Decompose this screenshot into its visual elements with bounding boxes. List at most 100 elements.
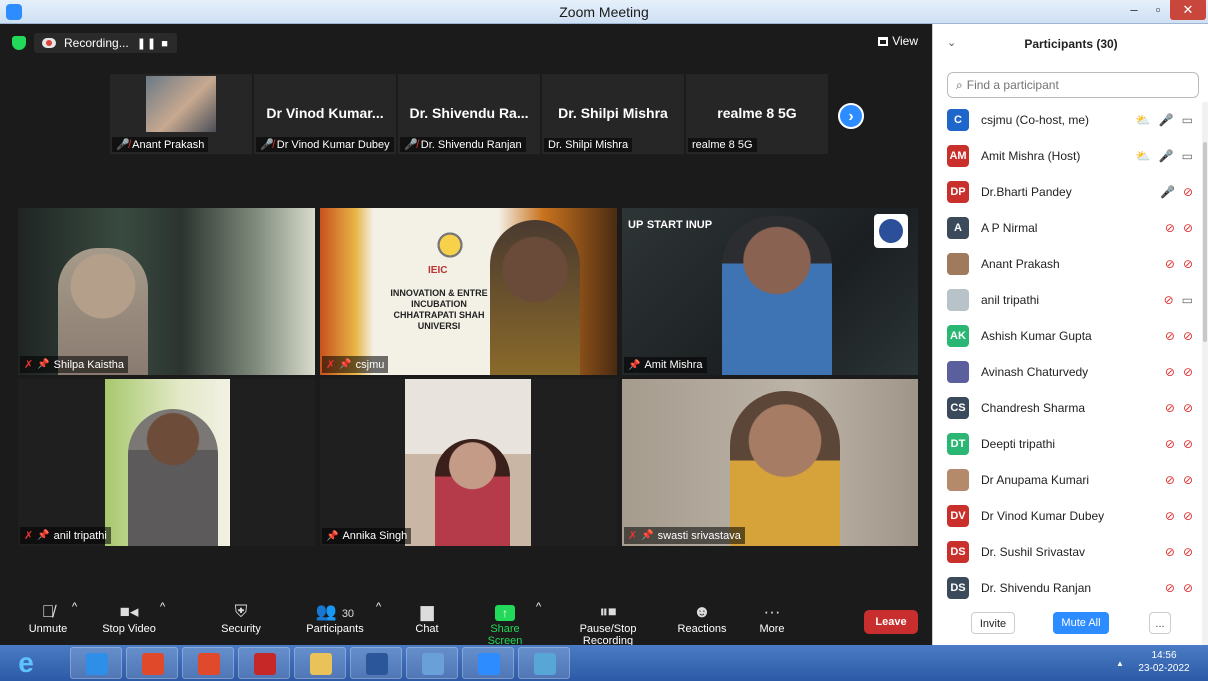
filmstrip-tile[interactable]: realme 8 5G realme 8 5G	[686, 74, 828, 154]
ie-start-icon[interactable]: e	[6, 645, 46, 681]
participant-row[interactable]: DT Deepti tripathi ⊘ ⊘	[933, 426, 1203, 462]
pause-stop-icon: ⏸⏹	[599, 602, 617, 621]
video-tile[interactable]: 📌 Annika Singh	[320, 379, 617, 546]
zoom-icon	[478, 653, 500, 675]
pin-icon: 📌	[628, 359, 641, 371]
taskbar-app-button[interactable]	[238, 647, 290, 679]
more-dots-icon: ···	[763, 602, 781, 621]
filmstrip-tile[interactable]: Dr. Shilpi Mishra Dr. Shilpi Mishra	[542, 74, 684, 154]
reactions-button[interactable]: ☻ Reactions	[676, 601, 728, 635]
chat-button[interactable]: ▆ Chat	[412, 601, 442, 635]
mute-all-button[interactable]: Mute All	[1053, 612, 1109, 634]
video-status-icon: ▭	[1181, 113, 1193, 127]
video-tile[interactable]: ✗ 📌 swasti srivastava	[622, 379, 918, 546]
taskbar-app-button[interactable]	[406, 647, 458, 679]
leave-button[interactable]: Leave	[864, 610, 918, 634]
participant-row[interactable]: DS Dr. Sushil Srivastav ⊘ ⊘	[933, 534, 1203, 570]
encryption-shield-icon[interactable]	[12, 36, 26, 50]
invite-button[interactable]: Invite	[971, 612, 1015, 634]
participants-options-chevron-icon[interactable]: ^	[376, 601, 381, 613]
video-tile[interactable]: UP START INUP 📌 Amit Mishra	[622, 208, 918, 375]
stop-video-button[interactable]: ■◂ Stop Video	[100, 601, 158, 635]
pin-icon: 📌	[641, 530, 654, 541]
system-clock[interactable]: 14:56 23-02-2022	[1132, 649, 1196, 675]
paint-icon	[422, 653, 444, 675]
participant-row[interactable]: DV Dr Vinod Kumar Dubey ⊘ ⊘	[933, 498, 1203, 534]
participant-row[interactable]: AA P Nirmal ⊘ ⊘	[933, 210, 1203, 246]
video-status-icon: ▭	[1181, 149, 1193, 163]
participants-button[interactable]: 👥 30 Participants	[304, 601, 366, 635]
chrome-icon	[142, 653, 164, 675]
taskbar-app-button[interactable]	[126, 647, 178, 679]
participant-list: Ccsjmu (Co-host, me) ⛅ 🎤 ▭ AM Amit Mishra (Ho…	[933, 102, 1203, 606]
video-tile[interactable]: IEIC INNOVATION & ENTRE INCUBATION CHHAT…	[320, 208, 617, 375]
unmute-button[interactable]: 🎙̸ Unmute	[26, 601, 70, 635]
chat-bubble-icon: ▆	[420, 602, 434, 621]
participant-status-icons: ⊘ ⊘	[1165, 545, 1193, 559]
more-button[interactable]: ··· More	[756, 601, 788, 635]
participant-status-icons: ⊘ ⊘	[1165, 581, 1193, 595]
filmstrip-tile[interactable]: Dr Vinod Kumar... 🎤̸ Dr Vinod Kumar Dube…	[254, 74, 396, 154]
participant-status-icons: ⊘ ⊘	[1165, 329, 1193, 343]
taskbar-app-button[interactable]	[70, 647, 122, 679]
participant-row[interactable]: AM Amit Mishra (Host) ⛅ 🎤 ▭	[933, 138, 1203, 174]
participant-row[interactable]: Dr Anupama Kumari ⊘ ⊘	[933, 462, 1203, 498]
participant-row[interactable]: DS Dr. Shivendu Ranjan ⊘ ⊘	[933, 570, 1203, 606]
participant-name-tag: ✗ 📌 Shilpa Kaistha	[20, 356, 128, 373]
taskbar-app-button[interactable]	[462, 647, 514, 679]
mic-muted-icon: 🎤̸	[404, 139, 418, 151]
share-screen-button[interactable]: ↑ Share Screen	[472, 601, 538, 647]
minimize-button[interactable]: –	[1124, 0, 1144, 20]
participant-name: Avinash Chaturvedy	[981, 365, 1089, 379]
taskbar-app-button[interactable]	[350, 647, 402, 679]
pause-stop-recording-button[interactable]: ⏸⏹ Pause/Stop Recording	[554, 601, 662, 647]
participant-name: Deepti tripathi	[981, 437, 1056, 451]
video-status-icon: ⊘	[1182, 401, 1193, 415]
clock-date: 23-02-2022	[1138, 663, 1190, 674]
meeting-area: Recording... ❚❚ ■ View 🎤̸ Anant Prakash …	[0, 24, 932, 645]
next-page-arrow-icon[interactable]: ›	[838, 103, 864, 129]
taskbar-app-button[interactable]	[518, 647, 570, 679]
tray-expand-icon[interactable]: ▲	[1116, 659, 1124, 668]
security-button[interactable]: ⛨ Security	[218, 601, 264, 635]
participant-search[interactable]: ⌕	[947, 72, 1199, 98]
video-tile[interactable]: ✗ 📌 Shilpa Kaistha	[18, 208, 315, 375]
participant-name: Dr Anupama Kumari	[981, 473, 1090, 487]
view-button[interactable]: View	[878, 34, 918, 48]
avatar: DP	[947, 181, 969, 203]
participant-row[interactable]: Ccsjmu (Co-host, me) ⛅ 🎤 ▭	[933, 102, 1203, 138]
avatar: DS	[947, 577, 969, 599]
participant-row[interactable]: AK Ashish Kumar Gupta ⊘ ⊘	[933, 318, 1203, 354]
avatar: DT	[947, 433, 969, 455]
participant-list-scrollbar[interactable]	[1202, 102, 1208, 662]
mic-status-icon: ⊘	[1164, 257, 1175, 271]
participant-search-input[interactable]	[966, 78, 1187, 92]
word-icon	[366, 653, 388, 675]
slide-logo-text: IEIC	[428, 265, 448, 276]
participant-row[interactable]: DP Dr.Bharti Pandey 🎤 ⊘	[933, 174, 1203, 210]
share-options-chevron-icon[interactable]: ^	[536, 601, 541, 613]
participant-row[interactable]: Anant Prakash ⊘ ⊘	[933, 246, 1203, 282]
participant-row[interactable]: CS Chandresh Sharma ⊘ ⊘	[933, 390, 1203, 426]
avatar: C	[947, 109, 969, 131]
mic-muted-icon: 🎤̸	[260, 139, 274, 151]
video-tile[interactable]: ✗ 📌 anil tripathi	[18, 379, 315, 546]
participant-video	[722, 216, 832, 375]
video-options-chevron-icon[interactable]: ^	[160, 601, 165, 613]
audio-options-chevron-icon[interactable]: ^	[72, 601, 77, 613]
filmstrip-tile[interactable]: Dr. Shivendu Ra... 🎤̸ Dr. Shivendu Ranja…	[398, 74, 540, 154]
participants-icon: 👥 30	[315, 602, 355, 621]
participant-name: Chandresh Sharma	[981, 401, 1086, 415]
taskbar-app-button[interactable]	[294, 647, 346, 679]
recording-pause-stop-controls[interactable]: ❚❚ ■	[137, 37, 169, 50]
close-button[interactable]: ✕	[1170, 0, 1206, 20]
avatar: DS	[947, 541, 969, 563]
participant-display-name: realme 8 5G	[717, 105, 797, 121]
participant-row[interactable]: Avinash Chaturvedy ⊘ ⊘	[933, 354, 1203, 390]
maximize-button[interactable]: ▫	[1146, 0, 1170, 20]
taskbar-app-button[interactable]	[182, 647, 234, 679]
filmstrip-tile[interactable]: 🎤̸ Anant Prakash	[110, 74, 252, 154]
participant-row[interactable]: anil tripathi ⊘ ▭	[933, 282, 1203, 318]
panel-more-button[interactable]: ...	[1149, 612, 1171, 634]
participant-status-icons: ⊘ ⊘	[1165, 437, 1193, 451]
